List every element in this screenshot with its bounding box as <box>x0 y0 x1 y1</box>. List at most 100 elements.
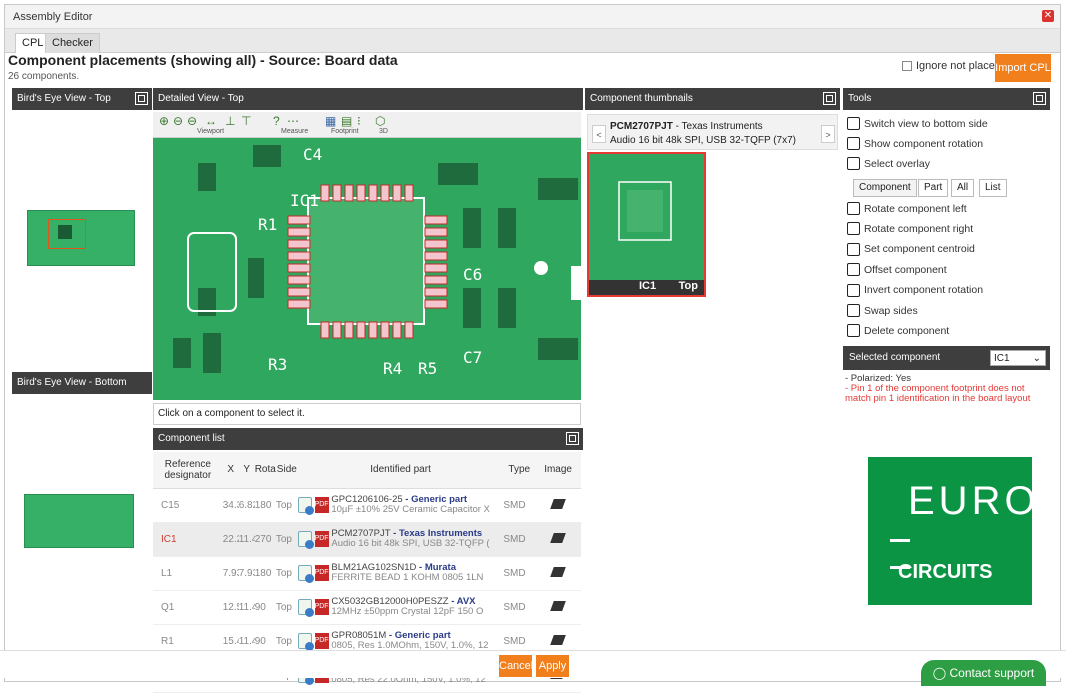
birds-eye-bottom-board[interactable] <box>24 494 134 548</box>
col-type[interactable]: Type <box>503 452 536 489</box>
part-text: PCM2707PJT - Texas Instruments Audio 16 b… <box>331 529 501 549</box>
table-row[interactable]: C15 34.3 6.82 180 Top PDF GPC1206106-25 … <box>153 488 581 523</box>
grid-icon <box>847 137 860 150</box>
3d-icon[interactable]: ⬡ <box>375 114 385 128</box>
subtab-part[interactable]: Part <box>918 179 949 197</box>
viewport-label: Viewport <box>197 128 225 135</box>
fit-width-icon[interactable]: ↔ <box>205 114 217 128</box>
zoom-out-icon[interactable]: ⊖ <box>173 114 183 128</box>
import-cpl-button[interactable]: Import CPL <box>995 54 1051 82</box>
cell-part: PDF PCM2707PJT - Texas Instruments Audio … <box>297 522 504 557</box>
detailed-pcb-view[interactable]: C4 R1 IC1 C6 C7 R4 R5 R3 <box>153 138 581 400</box>
cell-ref: Q1 <box>153 590 223 625</box>
maximize-icon[interactable] <box>823 92 836 105</box>
eurocircuits-logo: EURO CIRCUITS <box>868 457 1036 605</box>
view-toolbar: ⊕ ⊖ ⊖ ↔ ⊥ ⊤ Viewport ? ⋯ Measure ▦ ▤ ⁝ F… <box>153 112 581 138</box>
table-row[interactable]: L1 7.93 7.93 180 Top PDF BLM21AG102SN1D … <box>153 556 581 591</box>
tab-checker[interactable]: Checker <box>45 33 100 53</box>
tool-action-4[interactable]: Invert component rotation <box>847 283 983 297</box>
measure-icon[interactable]: ⋯ <box>287 114 299 128</box>
birds-eye-top-board[interactable] <box>27 210 135 266</box>
component-image-icon <box>550 566 566 577</box>
tool-action-2[interactable]: Set component centroid <box>847 242 975 256</box>
col-x[interactable]: X <box>222 452 239 489</box>
birds-eye-bottom-title: Bird's Eye View - Bottom <box>17 377 127 388</box>
svg-text:R5: R5 <box>418 359 437 378</box>
tool-action-0[interactable]: Rotate component left <box>847 202 967 215</box>
birds-eye-top-title: Bird's Eye View - Top <box>17 93 111 104</box>
thumb-part: PCM2707PJT <box>610 121 673 132</box>
component-list-title: Component list <box>158 433 225 444</box>
col-rot[interactable]: Rota <box>254 452 276 489</box>
ignore-not-placed-checkbox[interactable]: Ignore not placed <box>902 60 1001 72</box>
verified-icon[interactable] <box>297 565 314 583</box>
tool-action-6[interactable]: Delete component <box>847 324 949 338</box>
cancel-button[interactable]: Cancel <box>499 655 533 677</box>
prev-arrow-icon[interactable]: < <box>592 125 606 143</box>
col-part[interactable]: Identified part <box>297 452 504 489</box>
pads-icon[interactable]: ▤ <box>341 114 352 128</box>
cell-ref: C15 <box>153 488 223 523</box>
thumbnail-card[interactable]: IC1 Top <box>587 152 706 297</box>
tool-action-label: Rotate component right <box>864 222 974 235</box>
subtab-component[interactable]: Component <box>853 179 917 197</box>
tool-action-label: Offset component <box>864 263 947 276</box>
select-overlay-button[interactable]: Select overlay <box>847 157 930 170</box>
col-y[interactable]: Y <box>238 452 255 489</box>
page-title: Component placements (showing all) - Sou… <box>8 52 398 68</box>
help-icon[interactable]: ? <box>273 114 280 128</box>
pdf-icon[interactable]: PDF <box>314 565 329 581</box>
footprint-icon[interactable]: ▦ <box>325 114 336 128</box>
cell-image <box>535 522 581 557</box>
close-icon[interactable]: ✕ <box>1042 10 1054 22</box>
cell-rot: 90 <box>254 590 276 625</box>
table-row[interactable]: IC1 22.2 11.4 270 Top PDF PCM2707PJT - T… <box>153 522 581 557</box>
tool-action-3[interactable]: Offset component <box>847 263 947 277</box>
table-row[interactable]: Q1 12.5 11.4 90 Top PDF CX5032GB12000H0P… <box>153 590 581 625</box>
subtab-all[interactable]: All <box>951 179 975 197</box>
component-image-icon <box>550 498 566 509</box>
selected-component-dropdown[interactable]: IC1 ⌄ <box>990 350 1046 366</box>
pdf-icon[interactable]: PDF <box>314 599 329 615</box>
part-text: GPR08051M - Generic part 0805, Res 1.0MOh… <box>331 631 501 651</box>
cell-side: Top <box>275 590 298 625</box>
subtab-list[interactable]: List <box>979 179 1007 197</box>
verified-icon[interactable] <box>297 599 314 617</box>
fit-top-icon[interactable]: ⊤ <box>241 114 251 128</box>
zoom-fit-icon[interactable]: ⊖ <box>187 114 197 128</box>
tool-action-1[interactable]: Rotate component right <box>847 222 974 236</box>
cell-type: SMD <box>503 556 536 591</box>
drill-icon[interactable]: ⁝ <box>357 114 361 128</box>
zoom-in-icon[interactable]: ⊕ <box>159 114 169 128</box>
fit-height-icon[interactable]: ⊥ <box>225 114 235 128</box>
contact-support-button[interactable]: ◯ Contact support <box>921 660 1046 686</box>
support-label: Contact support <box>949 666 1035 680</box>
cell-x: 7.93 <box>222 556 239 591</box>
tool-action-5[interactable]: Swap sides <box>847 304 918 317</box>
col-ref[interactable]: Reference designator <box>153 452 223 489</box>
col-image[interactable]: Image <box>535 452 581 489</box>
col-side[interactable]: Side <box>275 452 298 489</box>
cell-part: PDF BLM21AG102SN1D - Murata FERRITE BEAD … <box>297 556 504 591</box>
show-rotation-button[interactable]: Show component rotation <box>847 137 983 150</box>
checkbox-icon[interactable] <box>902 61 912 71</box>
cell-y: 11.4 <box>238 522 255 557</box>
overlay-label: Select overlay <box>864 157 930 170</box>
verified-icon[interactable] <box>297 531 314 549</box>
verified-icon[interactable] <box>297 497 314 515</box>
next-arrow-icon[interactable]: > <box>821 125 835 143</box>
cell-y: 6.82 <box>238 488 255 523</box>
verified-icon[interactable] <box>297 633 314 651</box>
maximize-icon[interactable] <box>135 92 148 105</box>
3d-label: 3D <box>379 128 388 135</box>
offset-icon <box>847 263 860 277</box>
thumbnails-header: Component thumbnails <box>585 88 840 110</box>
thumbnail-svg <box>618 181 672 241</box>
switch-side-button[interactable]: Switch view to bottom side <box>847 117 988 130</box>
maximize-icon[interactable] <box>1033 92 1046 105</box>
pdf-icon[interactable]: PDF <box>314 531 329 547</box>
apply-button[interactable]: Apply <box>536 655 569 677</box>
pdf-icon[interactable]: PDF <box>314 633 329 649</box>
maximize-icon[interactable] <box>566 432 579 445</box>
pdf-icon[interactable]: PDF <box>314 497 329 513</box>
